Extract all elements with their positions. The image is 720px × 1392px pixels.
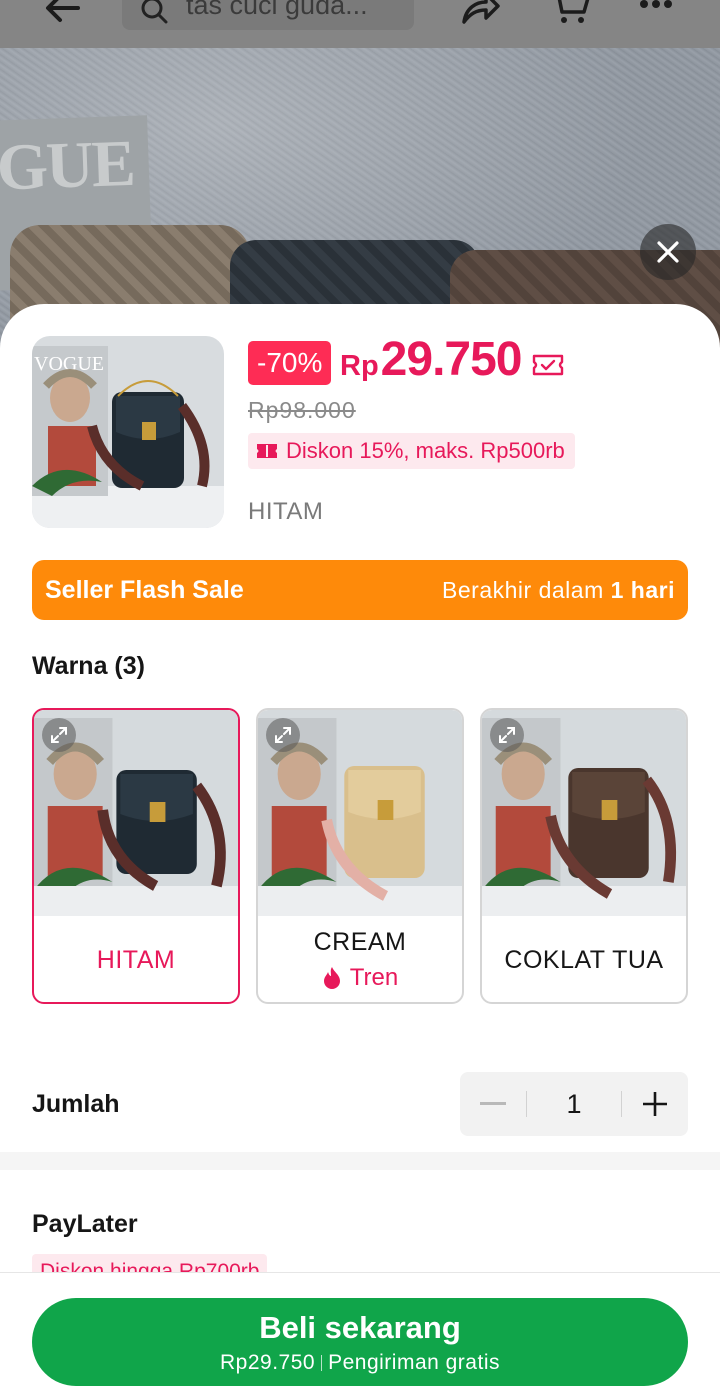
expand-icon[interactable] xyxy=(266,718,300,752)
variant-option-coklat-tua[interactable]: COKLAT TUA xyxy=(480,708,688,1004)
share-icon[interactable] xyxy=(458,0,502,28)
close-icon xyxy=(657,241,679,263)
increase-button[interactable] xyxy=(622,1072,688,1136)
expand-icon[interactable] xyxy=(490,718,524,752)
section-divider xyxy=(0,1152,720,1170)
back-arrow-icon[interactable] xyxy=(42,0,86,30)
promo-text: Diskon 15%, maks. Rp500rb xyxy=(286,438,565,463)
minus-icon xyxy=(480,1102,506,1105)
fire-icon xyxy=(323,967,340,989)
flash-sale-title: Seller Flash Sale xyxy=(45,575,244,604)
search-text: tas cuci guda... xyxy=(186,0,368,20)
original-price: Rp98.000 xyxy=(248,397,356,423)
buy-price: Rp29.750 xyxy=(220,1351,316,1374)
countdown-prefix: Berakhir dalam xyxy=(442,576,604,603)
trend-label: Tren xyxy=(349,964,399,991)
color-section-title: Warna (3) xyxy=(32,652,145,680)
variant-option-cream[interactable]: CREAM Tren xyxy=(256,708,464,1004)
coupon-icon xyxy=(257,444,277,458)
flash-sale-banner: Seller Flash Sale Berakhir dalam 1 hari xyxy=(32,560,688,620)
plus-icon xyxy=(643,1092,667,1116)
quantity-stepper: 1 xyxy=(460,1072,688,1136)
product-thumbnail[interactable]: VOGUE xyxy=(32,336,224,528)
variant-label: COKLAT TUA xyxy=(504,946,664,974)
variant-sheet: VOGUE -70% Rp 29.750 Rp98.000 Diskon 15%… xyxy=(0,304,720,1392)
close-sheet-button[interactable] xyxy=(640,224,696,280)
shipping-label: Pengiriman gratis xyxy=(328,1351,500,1374)
buy-now-button[interactable]: Beli sekarang Rp29.750 Pengiriman gratis xyxy=(32,1298,688,1386)
buy-now-subtitle: Rp29.750 Pengiriman gratis xyxy=(32,1351,688,1375)
top-bar: tas cuci guda... xyxy=(0,0,720,48)
price-currency: Rp xyxy=(340,350,379,382)
discount-tag: -70% xyxy=(248,341,332,385)
variant-label: HITAM xyxy=(96,946,176,974)
cart-icon[interactable] xyxy=(548,0,592,28)
price: Rp 29.750 xyxy=(340,332,523,387)
selected-variant-label: HITAM xyxy=(248,498,324,525)
expand-icon[interactable] xyxy=(42,718,76,752)
decrease-button[interactable] xyxy=(460,1072,526,1136)
countdown-value: 1 hari xyxy=(610,576,675,603)
voucher-check-icon xyxy=(532,352,564,378)
variant-label: CREAM xyxy=(313,928,407,956)
search-icon xyxy=(140,0,168,24)
more-icon[interactable] xyxy=(636,0,676,14)
flash-sale-countdown: Berakhir dalam 1 hari xyxy=(442,577,675,604)
quantity-value[interactable]: 1 xyxy=(527,1089,621,1120)
trend-badge: Tren xyxy=(258,964,462,992)
paylater-title: PayLater xyxy=(32,1210,138,1238)
variant-option-hitam[interactable]: HITAM xyxy=(32,708,240,1004)
subtitle-divider xyxy=(321,1355,323,1371)
price-value: 29.750 xyxy=(380,333,523,386)
buy-now-label: Beli sekarang xyxy=(259,1310,461,1345)
search-input[interactable]: tas cuci guda... xyxy=(122,0,414,30)
quantity-title: Jumlah xyxy=(32,1090,120,1118)
promo-badge[interactable]: Diskon 15%, maks. Rp500rb xyxy=(248,433,575,469)
bottom-action-bar: Beli sekarang Rp29.750 Pengiriman gratis xyxy=(0,1272,720,1392)
